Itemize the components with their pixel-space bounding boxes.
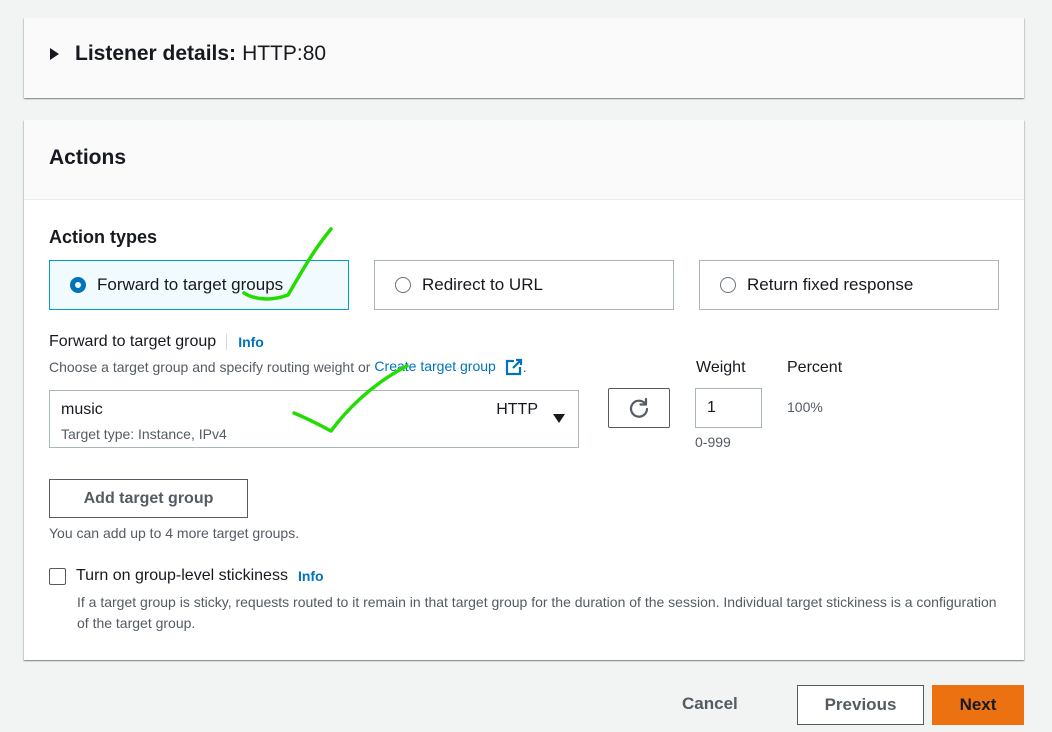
action-types-label: Action types <box>49 227 158 247</box>
action-type-forward-label: Forward to target groups <box>97 275 284 294</box>
stickiness-row: Turn on group-level stickiness Info <box>49 567 324 585</box>
forward-info-link[interactable]: Info <box>238 334 264 350</box>
percent-value: 100% <box>787 399 823 415</box>
action-type-fixed-response-label: Return fixed response <box>747 275 914 294</box>
percent-label: Percent <box>787 359 843 376</box>
target-group-select[interactable]: music Target type: Instance, IPv4 HTTP <box>49 390 579 448</box>
previous-button[interactable]: Previous <box>797 685 924 725</box>
stickiness-checkbox[interactable] <box>49 567 66 585</box>
stickiness-label: Turn on group-level stickiness <box>76 567 288 584</box>
listener-details-label: Listener details: <box>75 42 237 65</box>
action-type-redirect-tile[interactable]: Redirect to URL <box>374 260 674 310</box>
refresh-button[interactable] <box>608 388 670 428</box>
target-group-protocol: HTTP <box>496 401 538 418</box>
forward-target-group-label: Forward to target group <box>49 333 217 350</box>
caret-right-icon <box>50 48 59 60</box>
actions-title: Actions <box>49 146 127 169</box>
actions-header: Actions <box>24 120 1024 200</box>
weight-label: Weight <box>696 359 746 376</box>
weight-hint: 0-999 <box>695 434 731 450</box>
target-group-type: Target type: Instance, IPv4 <box>61 426 227 442</box>
target-group-name: music <box>61 401 103 418</box>
add-target-group-hint: You can add up to 4 more target groups. <box>49 525 300 541</box>
forward-description: Choose a target group and specify routin… <box>49 358 527 376</box>
weight-input[interactable]: 1 <box>695 388 762 428</box>
refresh-icon <box>629 397 649 418</box>
action-type-fixed-response-tile[interactable]: Return fixed response <box>699 260 999 310</box>
radio-redirect[interactable] <box>395 277 411 293</box>
caret-down-icon <box>553 414 565 423</box>
action-type-forward-tile[interactable]: Forward to target groups <box>49 260 349 310</box>
radio-forward[interactable] <box>70 277 86 293</box>
forward-description-end: . <box>522 359 527 376</box>
stickiness-description: If a target group is sticky, requests ro… <box>77 594 997 631</box>
actions-panel: Actions Action types Forward to target g… <box>24 120 1024 660</box>
cancel-button[interactable]: Cancel <box>682 694 738 714</box>
forward-description-text: Choose a target group and specify routin… <box>49 359 371 376</box>
next-button[interactable]: Next <box>932 685 1024 725</box>
create-target-group-link[interactable]: Create target group <box>374 358 522 376</box>
create-target-group-link-text: Create target group <box>374 358 496 374</box>
listener-details-panel: Listener details: HTTP:80 <box>24 18 1024 98</box>
stickiness-info-link[interactable]: Info <box>298 568 324 584</box>
action-type-redirect-label: Redirect to URL <box>422 275 543 294</box>
listener-details-value: HTTP:80 <box>242 42 327 65</box>
label-divider <box>226 334 228 350</box>
add-target-group-button[interactable]: Add target group <box>49 479 248 518</box>
external-link-icon <box>505 359 522 376</box>
radio-fixed-response[interactable] <box>720 277 736 293</box>
forward-target-group-label-row: Forward to target group Info <box>49 333 264 351</box>
listener-details-toggle[interactable]: Listener details: HTTP:80 <box>50 42 326 66</box>
